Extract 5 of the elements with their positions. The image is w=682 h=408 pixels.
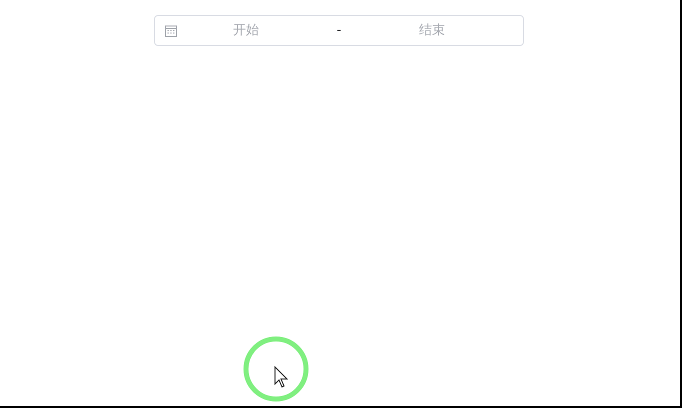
calendar-icon xyxy=(164,24,178,38)
end-date-field[interactable]: 结束 xyxy=(364,20,500,40)
range-separator: - xyxy=(336,23,342,38)
click-indicator-drawing xyxy=(242,335,310,403)
start-date-field[interactable]: 开始 xyxy=(178,20,314,40)
